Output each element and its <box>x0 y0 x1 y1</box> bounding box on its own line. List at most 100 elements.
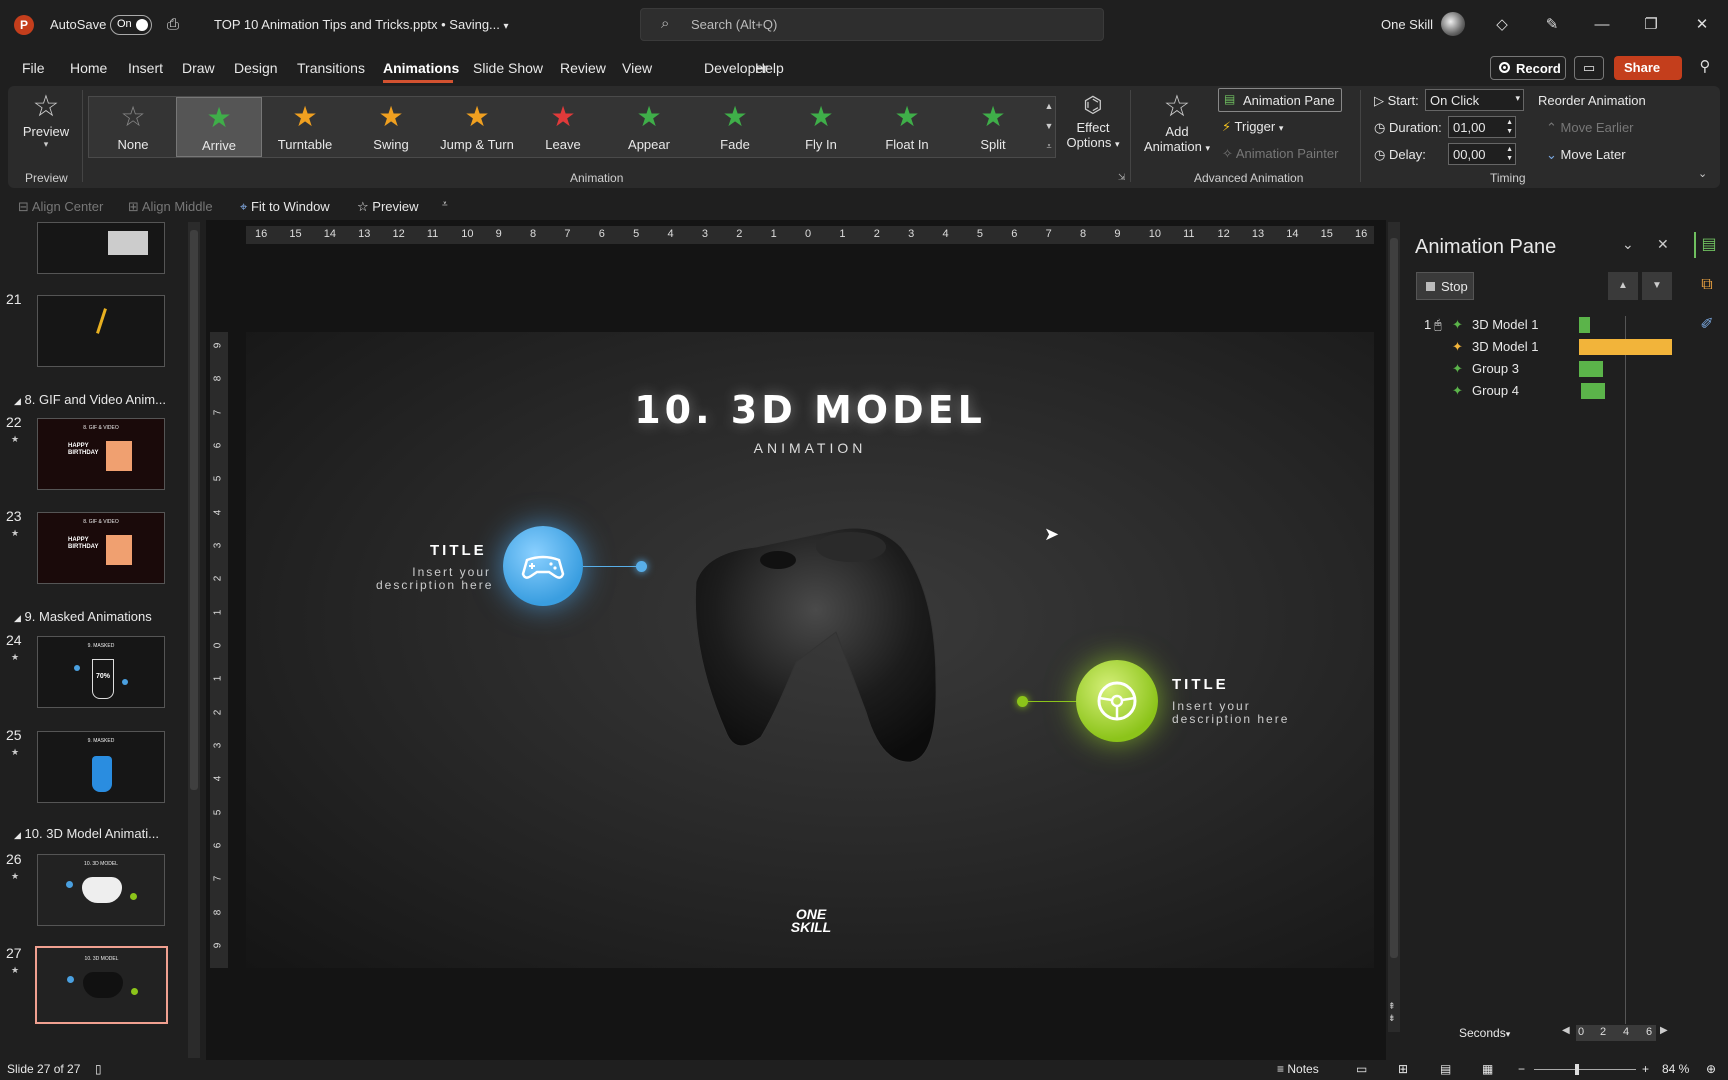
minimize-icon[interactable]: — <box>1589 12 1615 38</box>
slide-sorter-icon[interactable]: ⊞ <box>1398 1062 1408 1076</box>
slideshow-icon[interactable]: ▦ <box>1482 1062 1493 1076</box>
format-pane-icon[interactable]: ✐ <box>1694 312 1720 338</box>
zoom-slider[interactable] <box>1534 1069 1636 1070</box>
slide-thumbnail-27[interactable]: 10. 3D MODEL <box>35 946 168 1024</box>
prev-next-slide-icon[interactable]: ⇞ ⇟ <box>1388 1000 1396 1024</box>
timing-bar[interactable] <box>1580 383 1606 399</box>
search-box[interactable]: ⌕ Search (Alt+Q) <box>640 8 1104 41</box>
animation-option-none[interactable]: ☆ None <box>90 97 176 157</box>
slide-canvas[interactable]: 10. 3D MODEL ANIMATION TITLE Insert your… <box>246 332 1374 968</box>
slide-thumbnail-22[interactable]: 8. GIF & VIDEO HAPPY BIRTHDAY <box>37 418 165 490</box>
tab-transitions[interactable]: Transitions <box>297 60 365 76</box>
slide-thumbnail-23[interactable]: 8. GIF & VIDEO HAPPY BIRTHDAY <box>37 512 165 584</box>
timing-bar[interactable] <box>1579 361 1604 377</box>
tab-draw[interactable]: Draw <box>182 60 215 76</box>
thumbnails-scroll-thumb[interactable] <box>190 230 198 790</box>
start-select[interactable]: On Click ▾ <box>1425 89 1524 111</box>
animation-option-float-in[interactable]: ★ Float In <box>864 97 950 157</box>
animation-option-swing[interactable]: ★ Swing <box>348 97 434 157</box>
preview-quick-button[interactable]: ☆ Preview <box>357 199 419 215</box>
animation-painter-button[interactable]: ✧ Animation Painter <box>1222 146 1338 162</box>
preview-button[interactable]: ☆ Preview ▾ <box>22 90 70 162</box>
tab-file[interactable]: File <box>22 60 45 76</box>
comments-button[interactable]: ▭ <box>1574 56 1604 80</box>
tab-view[interactable]: View <box>622 60 652 76</box>
gamepad-circle[interactable] <box>503 526 583 606</box>
diamond-icon[interactable]: ◇ <box>1489 12 1515 38</box>
tab-review[interactable]: Review <box>560 60 606 76</box>
pen-icon[interactable]: ✎ <box>1539 12 1565 38</box>
stop-button[interactable]: Stop <box>1416 272 1474 300</box>
move-later-button[interactable]: ⌄ Move Later <box>1546 147 1626 163</box>
callout-right-title[interactable]: TITLE <box>1172 676 1229 693</box>
animation-option-arrive[interactable]: ★ Arrive <box>176 97 262 157</box>
animation-pane-tab-icon[interactable]: ▤ <box>1694 232 1722 258</box>
editor-scroll-thumb[interactable] <box>1390 238 1398 958</box>
document-title[interactable]: TOP 10 Animation Tips and Tricks.pptx • … <box>214 17 509 32</box>
section-10[interactable]: ◢ 10. 3D Model Animati... <box>14 826 159 841</box>
move-up-icon[interactable]: ▲ <box>1608 272 1638 300</box>
animation-option-appear[interactable]: ★ Appear <box>606 97 692 157</box>
selection-pane-icon[interactable]: ⧉ <box>1694 272 1720 298</box>
slide-thumbnail-25[interactable]: 9. MASKED <box>37 731 165 803</box>
slide-thumbnail-21[interactable] <box>37 295 165 367</box>
slide-thumbnail-20[interactable] <box>37 222 165 274</box>
normal-view-icon[interactable]: ▭ <box>1356 1062 1367 1076</box>
move-earlier-button[interactable]: ⌃ Move Earlier <box>1546 120 1634 136</box>
timeline-right-icon[interactable]: ▶ <box>1660 1025 1668 1036</box>
align-center-button[interactable]: ⊟ Align Center <box>18 199 103 215</box>
animation-option-jump-turn[interactable]: ★ Jump & Turn <box>434 97 520 157</box>
save-icon[interactable]: ⎙ <box>160 12 186 38</box>
tab-design[interactable]: Design <box>234 60 278 76</box>
close-icon[interactable]: ✕ <box>1657 236 1669 253</box>
tab-insert[interactable]: Insert <box>128 60 163 76</box>
zoom-slider-knob[interactable] <box>1574 1064 1579 1075</box>
zoom-level[interactable]: 84 % <box>1662 1062 1689 1076</box>
gallery-more-icon[interactable]: ⩡ <box>1043 137 1055 156</box>
timeline-left-icon[interactable]: ◀ <box>1562 1025 1570 1036</box>
callout-right-desc[interactable]: Insert your description here <box>1172 700 1289 726</box>
animation-option-leave[interactable]: ★ Leave <box>520 97 606 157</box>
effect-options-button[interactable]: ⌬ Effect Options ▾ <box>1063 90 1123 162</box>
gallery-scroll-up-icon[interactable]: ▲ <box>1043 97 1055 116</box>
fit-to-window-button[interactable]: ⌖ Fit to Window <box>240 199 330 215</box>
align-middle-button[interactable]: ⊞ Align Middle <box>128 199 213 215</box>
accessibility-icon[interactable]: ▯ <box>95 1062 102 1076</box>
section-8[interactable]: ◢ 8. GIF and Video Anim... <box>14 392 166 407</box>
duration-input[interactable]: 01,00 ▲ ▼ <box>1448 116 1516 138</box>
steering-circle[interactable] <box>1076 660 1158 742</box>
tab-help[interactable]: Help <box>755 60 784 76</box>
slide-thumbnail-26[interactable]: 10. 3D MODEL <box>37 854 165 926</box>
section-9[interactable]: ◢ 9. Masked Animations <box>14 609 152 624</box>
customize-toolbar-icon[interactable]: ⩡ <box>442 199 448 210</box>
animation-pane-button[interactable]: ▤ Animation Pane <box>1218 88 1342 112</box>
collapse-ribbon-icon[interactable]: ⌄ <box>1698 167 1707 180</box>
callout-left-title[interactable]: TITLE <box>430 542 487 559</box>
3d-model-controller[interactable] <box>686 512 946 782</box>
gallery-scroll-down-icon[interactable]: ▼ <box>1043 117 1055 136</box>
zoom-in-icon[interactable]: + <box>1642 1062 1649 1076</box>
delay-input[interactable]: 00,00 ▲ ▼ <box>1448 143 1516 165</box>
notes-button[interactable]: ≡ Notes <box>1277 1062 1319 1076</box>
move-down-icon[interactable]: ▼ <box>1642 272 1672 300</box>
animation-option-fly-in[interactable]: ★ Fly In <box>778 97 864 157</box>
restore-icon[interactable]: ❐ <box>1638 12 1664 38</box>
coauthor-icon[interactable]: ⚲ <box>1692 54 1718 80</box>
reading-view-icon[interactable]: ▤ <box>1440 1062 1451 1076</box>
user-name[interactable]: One Skill <box>1381 17 1433 32</box>
tab-slide-show[interactable]: Slide Show <box>473 60 543 76</box>
share-button[interactable]: Share <box>1614 56 1682 80</box>
slide-title[interactable]: 10. 3D MODEL <box>246 388 1374 432</box>
avatar[interactable] <box>1441 12 1465 36</box>
callout-left-desc[interactable]: Insert your description here <box>376 566 491 592</box>
zoom-out-icon[interactable]: − <box>1518 1062 1525 1076</box>
fit-slide-icon[interactable]: ⊕ <box>1706 1062 1716 1076</box>
timing-bar[interactable] <box>1579 317 1591 333</box>
record-button[interactable]: Record <box>1490 56 1566 80</box>
tab-home[interactable]: Home <box>70 60 107 76</box>
add-animation-button[interactable]: ☆ Add Animation ▾ <box>1140 90 1214 162</box>
animation-option-fade[interactable]: ★ Fade <box>692 97 778 157</box>
autosave-toggle[interactable]: On <box>110 15 152 35</box>
dialog-launcher-icon[interactable]: ⇲ <box>1118 172 1126 183</box>
close-icon[interactable]: ✕ <box>1689 12 1715 38</box>
